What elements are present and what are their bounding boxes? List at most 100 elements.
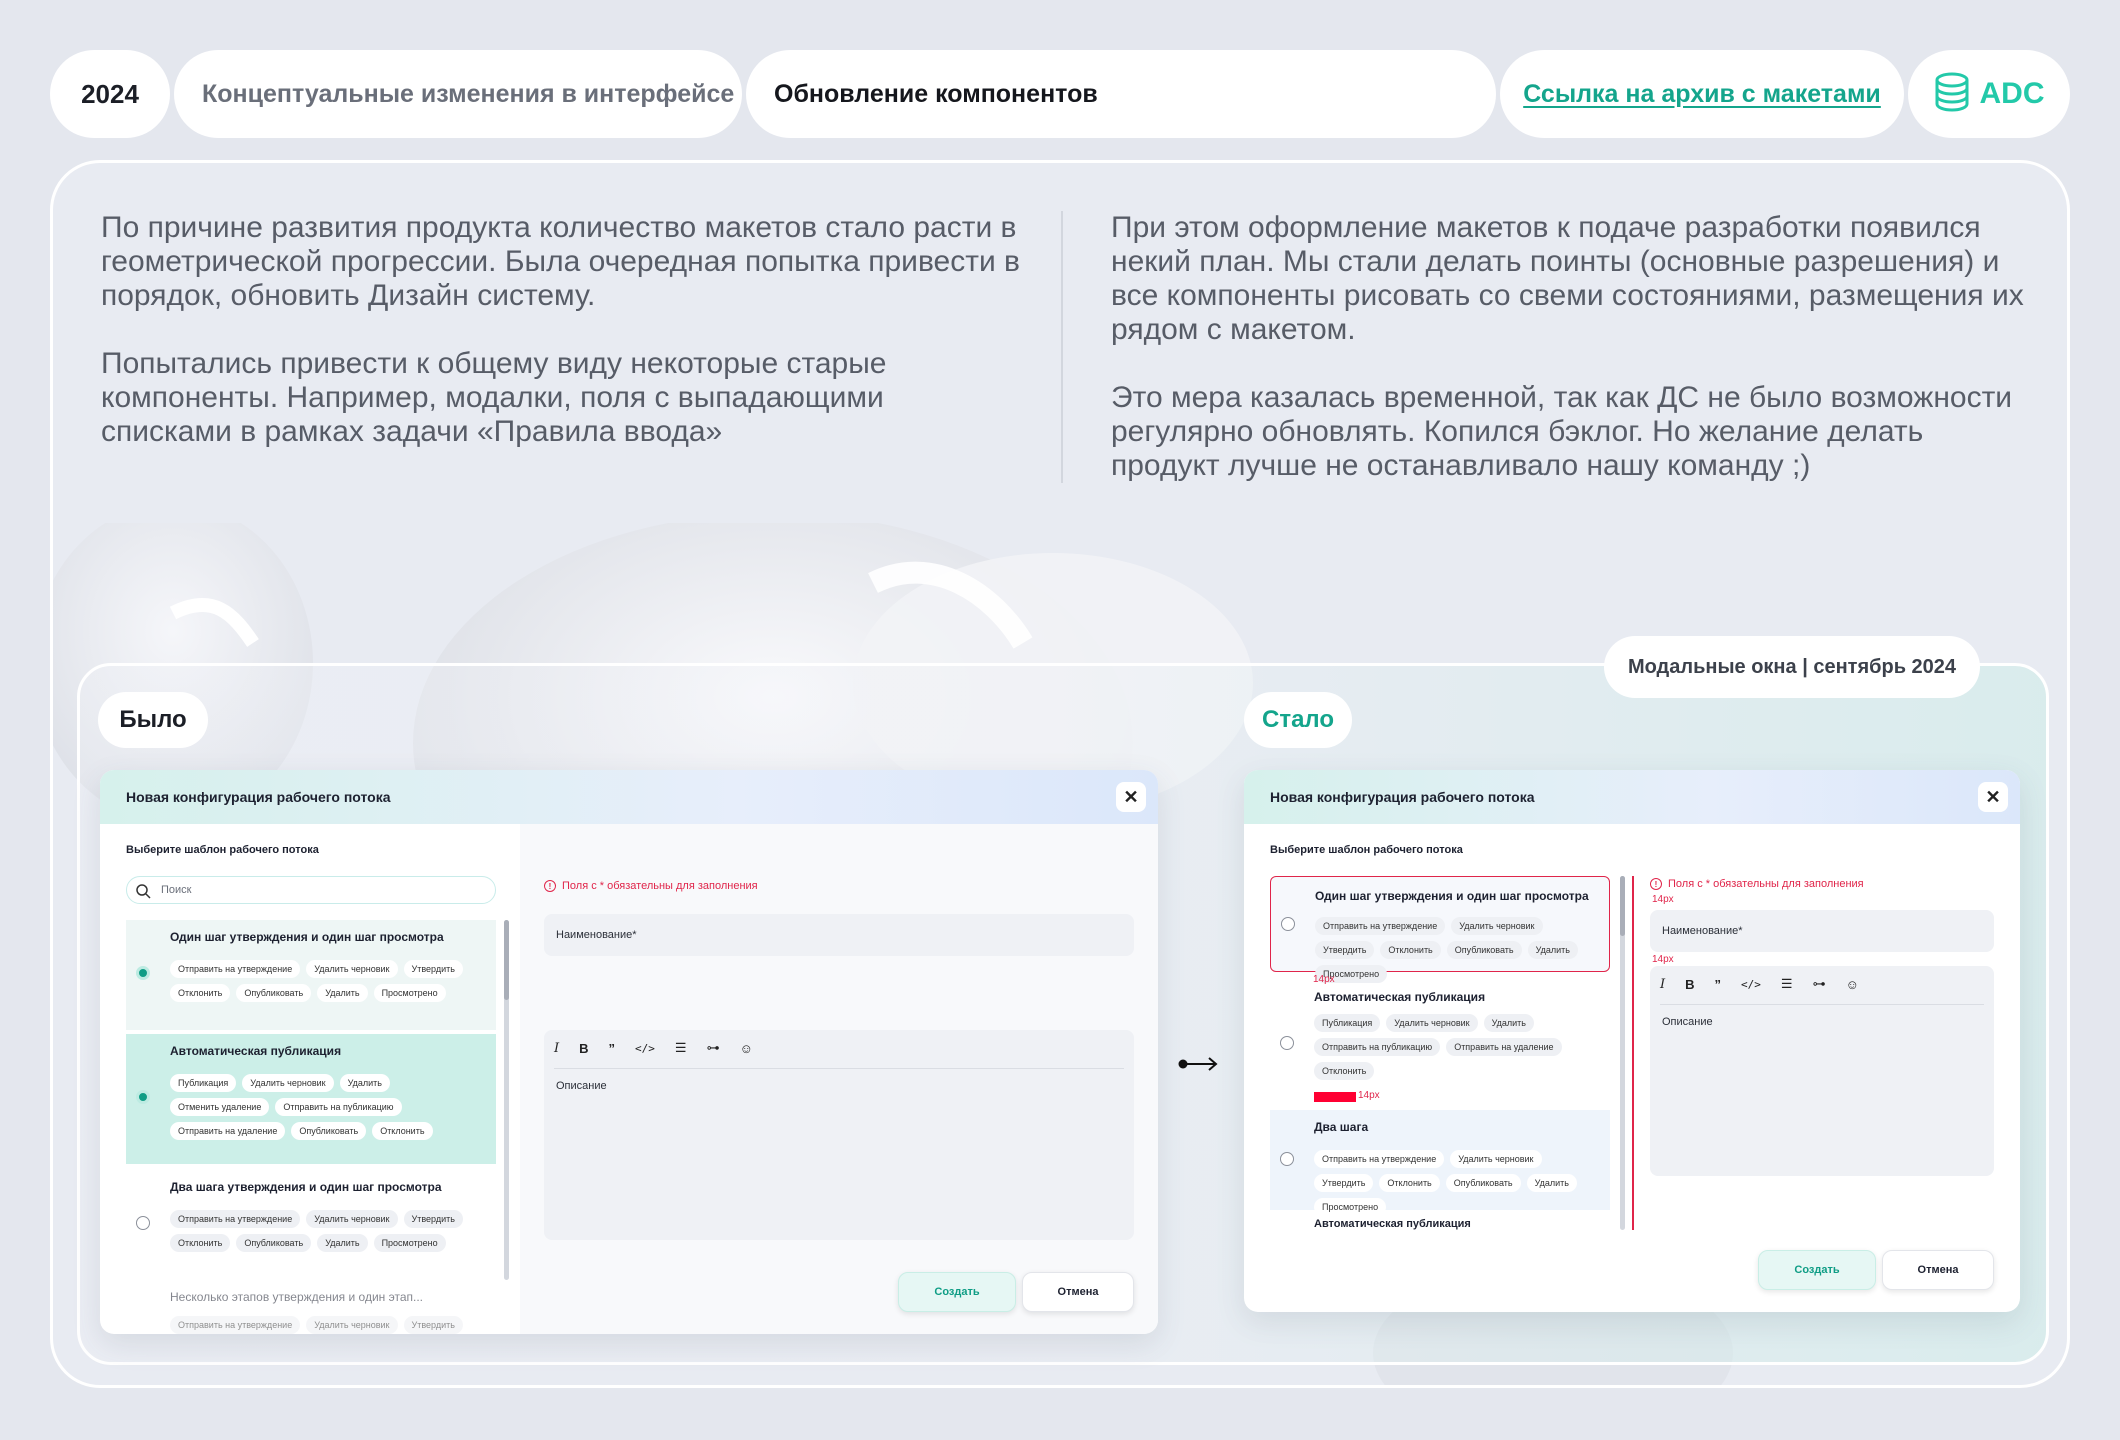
italic-icon[interactable]: I [554,1041,559,1056]
chip: Удалить черновик [1451,917,1543,935]
template-title: Автоматическая публикация [1314,990,1486,1004]
search-input[interactable]: Поиск [126,876,496,904]
intro-right: При этом оформление макетов к подаче раз… [1111,211,2031,517]
toolbar-divider [1660,1004,1984,1005]
template-item[interactable]: Автоматическая публикация Публикация Уда… [126,1034,496,1164]
template-item[interactable]: Один шаг утверждения и один шаг просмотр… [1270,876,1610,983]
intro-right-p2: Это мера казалась временной, так как ДС … [1111,381,2013,482]
bold-icon[interactable]: B [1685,977,1694,992]
new-modal-header: Новая конфигурация рабочего потока ✕ [1244,770,2020,824]
chip: Утвердить [403,1210,463,1228]
chip: Отправить на утверждение [1315,917,1446,935]
spacing-note: 14px [1313,974,1335,985]
template-chips: Публикация Удалить черновик Удалить Отме… [170,1074,490,1140]
emoji-icon[interactable]: ☺ [1846,977,1859,992]
year-pill: 2024 [50,50,170,138]
template-title: Два шага [1314,1120,1369,1134]
code-icon[interactable]: </> [635,1042,655,1055]
template-item[interactable]: Два шага Отправить на утверждение Удалит… [1270,1110,1610,1216]
chip: Отклонить [170,984,231,1002]
chip: Отправить на утверждение [170,1316,301,1334]
template-chips: Отправить на утверждение Удалить чернови… [170,1316,480,1334]
template-radio[interactable] [136,966,150,980]
toolbar-divider [554,1068,1124,1069]
chip: Утвердить [403,1316,463,1334]
link-icon[interactable]: ⊶ [1813,976,1826,992]
template-radio[interactable] [136,1090,150,1104]
chip: Опубликовать [1446,941,1522,959]
quote-icon[interactable]: ” [1715,977,1722,992]
chip: Удалить черновик [306,960,398,978]
chip: Отправить на публикацию [275,1098,402,1116]
chip: Отклонить [1380,941,1441,959]
create-button[interactable]: Создать [1758,1250,1876,1290]
template-radio[interactable] [136,1216,150,1230]
new-modal: Новая конфигурация рабочего потока ✕ Выб… [1244,770,2020,1312]
emoji-icon[interactable]: ☺ [740,1041,753,1056]
chip: Утвердить [403,960,463,978]
bold-icon[interactable]: B [579,1041,588,1056]
list-icon[interactable]: ☰ [675,1040,687,1056]
chip: Удалить черновик [306,1210,398,1228]
template-item[interactable]: Автоматическая публикация [1270,1216,1610,1230]
required-note: ! Поля с * обязательны для заполнения [1650,878,1864,890]
column-divider [1061,211,1063,483]
description-editor[interactable]: I B ” </> ☰ ⊶ ☺ Описание [1650,966,1994,1176]
chip: Публикация [1314,1014,1381,1032]
chip: Удалить черновик [306,1316,398,1334]
chip: Отправить на утверждение [170,960,301,978]
chip: Удалить [339,1074,390,1092]
name-field[interactable]: Наименование* [544,914,1134,956]
chip: Отправить на утверждение [170,1210,301,1228]
close-icon[interactable]: ✕ [1116,782,1146,812]
list-icon[interactable]: ☰ [1781,976,1793,992]
chip: Отправить на удаление [1446,1038,1562,1056]
close-icon[interactable]: ✕ [1978,782,2008,812]
cancel-button[interactable]: Отмена [1882,1250,1994,1290]
template-item[interactable]: Автоматическая публикация Публикация Уда… [1270,986,1610,1104]
cancel-button[interactable]: Отмена [1022,1272,1134,1312]
adc-logo: ADC [1908,50,2070,138]
old-modal-title: Новая конфигурация рабочего потока [126,789,391,805]
logo-text: ADC [1979,77,2045,110]
chip: Удалить [1483,1014,1534,1032]
spacing-note: 14px [1358,1090,1380,1101]
archive-link[interactable]: Ссылка на архив с макетами [1500,50,1904,138]
scrollbar[interactable] [504,920,509,1280]
section-pill[interactable]: Концептуальные изменения в интерфейсе [174,50,742,138]
after-label: Стало [1244,692,1352,748]
chip: Просмотрено [373,1234,446,1252]
spacing-guide [1632,876,1634,1230]
description-placeholder: Описание [556,1080,607,1092]
template-radio[interactable] [1280,1036,1294,1050]
spacing-note: 14px [1652,894,1674,905]
template-radio[interactable] [1280,1152,1294,1166]
template-title: Автоматическая публикация [1314,1218,1471,1230]
create-button[interactable]: Создать [898,1272,1016,1312]
topic-pill: Обновление компонентов [746,50,1496,138]
template-chips: Отправить на утверждение Удалить чернови… [1315,917,1605,983]
template-item[interactable]: Несколько этапов утверждения и один этап… [126,1280,496,1334]
template-item[interactable]: Один шаг утверждения и один шаг просмотр… [126,920,496,1030]
link-icon[interactable]: ⊶ [707,1040,720,1056]
spacing-note: 14px [1652,954,1674,965]
name-field[interactable]: Наименование* [1650,910,1994,952]
quote-icon[interactable]: ” [609,1041,616,1056]
description-editor[interactable]: I B ” </> ☰ ⊶ ☺ Описание [544,1030,1134,1240]
code-icon[interactable]: </> [1741,978,1761,991]
template-title: Один шаг утверждения и один шаг просмотр… [1315,889,1589,903]
template-radio[interactable] [1281,917,1295,931]
before-label: Было [98,692,208,748]
scrollbar[interactable] [1620,876,1625,1230]
chip: Отменить удаление [170,1098,270,1116]
arrow-right-icon [1178,1057,1218,1071]
template-chips: Отправить на утверждение Удалить чернови… [1314,1150,1604,1216]
alert-icon: ! [544,880,556,892]
comparison-caption: Модальные окна | сентябрь 2024 [1604,636,1980,698]
chip: Отклонить [1379,1174,1440,1192]
italic-icon[interactable]: I [1660,977,1665,992]
template-item[interactable]: Два шага утверждения и один шаг просмотр… [126,1170,496,1270]
new-modal-title: Новая конфигурация рабочего потока [1270,789,1535,805]
new-template-label: Выберите шаблон рабочего потока [1270,844,1463,856]
intro-left: По причине развития продукта количество … [101,211,1021,483]
